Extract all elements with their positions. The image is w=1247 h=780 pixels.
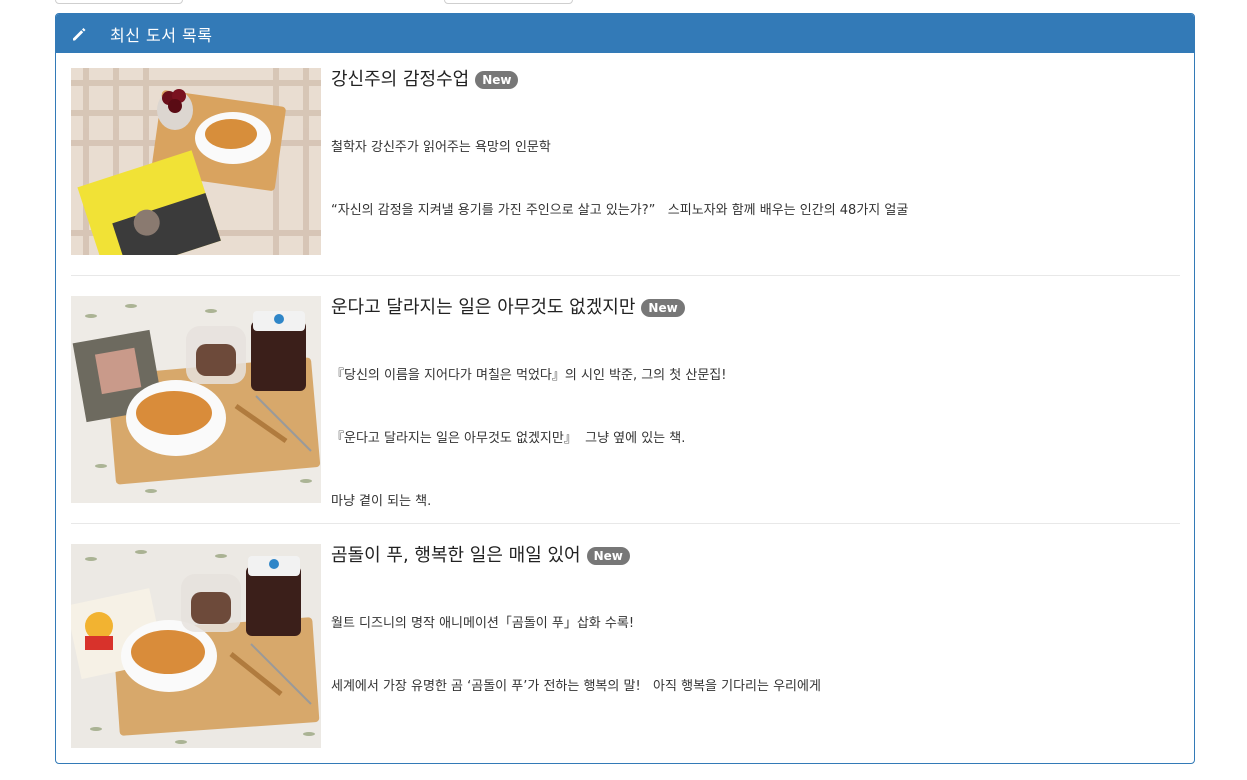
top-button-partial[interactable] <box>55 0 183 4</box>
book-description: 『당신의 이름을 지어다가 며칠은 먹었다』의 시인 박준, 그의 첫 산문집!… <box>331 323 726 554</box>
book-title[interactable]: 곰돌이 푸, 행복한 일은 매일 있어 <box>331 544 581 568</box>
new-badge: New <box>475 71 519 89</box>
book-item[interactable]: 운다고 달라지는 일은 아무것도 없겠지만 New 『당신의 이름을 지어다가 … <box>71 276 1180 524</box>
description-line: “자신의 감정을 지켜낼 용기를 가진 주인으로 살고 있는가?” 스피노자와 … <box>331 203 909 218</box>
description-line: 월트 디즈니의 명작 애니메이션「곰돌이 푸」삽화 수록! <box>331 616 635 631</box>
description-line: 『운다고 달라지는 일은 아무것도 없겠지만』 그냥 옆에 있는 책. <box>331 431 686 446</box>
book-cover-image[interactable] <box>71 296 321 503</box>
book-item[interactable]: 곰돌이 푸, 행복한 일은 매일 있어 New 월트 디즈니의 명작 애니메이션… <box>71 524 1180 763</box>
book-list: 강신주의 감정수업 New 철학자 강신주가 읽어주는 욕망의 인문학 “자신의… <box>56 53 1194 763</box>
new-badge: New <box>641 299 685 317</box>
description-line: 세계에서 가장 유명한 곰 ‘곰돌이 푸’가 전하는 행복의 말! 아직 행복을… <box>331 679 821 694</box>
book-description: 월트 디즈니의 명작 애니메이션「곰돌이 푸」삽화 수록! 세계에서 가장 유명… <box>331 571 821 739</box>
description-line: 철학자 강신주가 읽어주는 욕망의 인문학 <box>331 140 551 155</box>
top-button-partial[interactable] <box>444 0 573 4</box>
pencil-icon <box>70 25 88 43</box>
book-title[interactable]: 강신주의 감정수업 <box>331 68 469 92</box>
book-item[interactable]: 강신주의 감정수업 New 철학자 강신주가 읽어주는 욕망의 인문학 “자신의… <box>71 53 1180 276</box>
description-line: 『당신의 이름을 지어다가 며칠은 먹었다』의 시인 박준, 그의 첫 산문집! <box>331 368 727 383</box>
panel-heading: 최신 도서 목록 <box>56 14 1194 53</box>
panel-title: 최신 도서 목록 <box>110 25 213 45</box>
description-line: 마냥 곁이 되는 책. <box>331 494 432 509</box>
recent-books-panel: 최신 도서 목록 강신주의 감정수업 New 철학자 강신주가 읽어주는 욕망의… <box>55 13 1195 764</box>
book-cover-image[interactable] <box>71 544 321 748</box>
book-description: 철학자 강신주가 읽어주는 욕망의 인문학 “자신의 감정을 지켜낼 용기를 가… <box>331 95 908 263</box>
book-title[interactable]: 운다고 달라지는 일은 아무것도 없겠지만 <box>331 296 635 320</box>
book-cover-image[interactable] <box>71 68 321 255</box>
new-badge: New <box>586 547 630 565</box>
